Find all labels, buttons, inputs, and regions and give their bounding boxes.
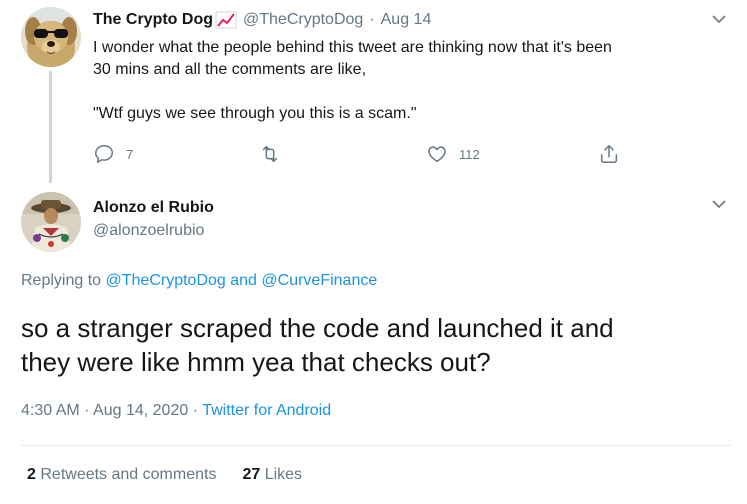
alonzo-avatar-image (21, 192, 81, 252)
separator: · (84, 402, 90, 419)
tweet-text-line: so a stranger scraped the code and launc… (21, 313, 614, 343)
like-count: 112 (459, 146, 480, 162)
separator: · (369, 11, 375, 28)
chevron-down-icon[interactable] (711, 13, 727, 25)
avatar[interactable] (21, 192, 81, 252)
tweet-header: The Crypto Dog @TheCryptoDog · Aug 14 (93, 10, 431, 30)
tweet-actions: 7 112 (93, 140, 633, 170)
replying-to: Replying to @TheCryptoDog and @CurveFina… (21, 272, 377, 290)
share-icon (600, 145, 618, 163)
tweet-source[interactable]: Twitter for Android (202, 402, 331, 419)
reply-icon (95, 145, 113, 163)
avatar[interactable] (21, 7, 81, 67)
display-name[interactable]: Alonzo el Rubio (93, 199, 214, 217)
tweet-date[interactable]: Aug 14 (381, 11, 432, 29)
tweet-meta: 4:30 AM · Aug 14, 2020 · Twitter for And… (21, 402, 331, 420)
likes-stat[interactable]: 27 Likes (242, 466, 302, 484)
heart-icon (428, 146, 446, 163)
chevron-down-icon[interactable] (711, 198, 727, 210)
reply-button[interactable]: 7 (93, 140, 133, 168)
likes-count: 27 (242, 466, 261, 483)
likes-label: Likes (264, 466, 303, 483)
tweet-text: I wonder what the people behind this twe… (93, 37, 733, 125)
mention-link[interactable]: @TheCryptoDog (106, 272, 226, 289)
chart-increasing-icon (215, 11, 237, 29)
retweets-label: Retweets and comments (40, 466, 217, 483)
display-name[interactable]: The Crypto Dog (93, 11, 213, 29)
like-button[interactable]: 112 (426, 140, 480, 168)
tweet-date[interactable]: Aug 14, 2020 (93, 402, 188, 419)
share-button[interactable] (598, 140, 620, 168)
handle[interactable]: @alonzoelrubio (93, 222, 204, 240)
parent-tweet[interactable]: The Crypto Dog @TheCryptoDog · Aug 14 I … (0, 0, 747, 190)
tweet-text-quote: "Wtf guys we see through you this is a s… (93, 105, 417, 122)
retweet-icon (262, 145, 278, 163)
tweet-time[interactable]: 4:30 AM (21, 402, 80, 419)
retweets-stat[interactable]: 2 Retweets and comments (27, 466, 216, 484)
reply-count: 7 (126, 146, 134, 162)
tweet-text-line: I wonder what the people behind this twe… (93, 39, 612, 56)
divider (21, 445, 731, 446)
separator: · (192, 402, 199, 419)
dog-avatar-image (21, 7, 81, 67)
tweet-stats: 2 Retweets and comments 27 Likes (27, 466, 328, 484)
replying-and[interactable]: and (230, 272, 257, 289)
retweet-button[interactable] (259, 140, 292, 168)
tweet-text: so a stranger scraped the code and launc… (21, 311, 731, 379)
replying-prefix: Replying to (21, 272, 102, 289)
handle[interactable]: @TheCryptoDog (243, 11, 363, 29)
retweets-count: 2 (27, 466, 36, 483)
thread-line (49, 71, 52, 183)
tweet-text-line: 30 mins and all the comments are like, (93, 61, 367, 78)
tweet-text-line: they were like hmm yea that checks out? (21, 347, 491, 377)
mention-link[interactable]: @CurveFinance (261, 272, 377, 289)
